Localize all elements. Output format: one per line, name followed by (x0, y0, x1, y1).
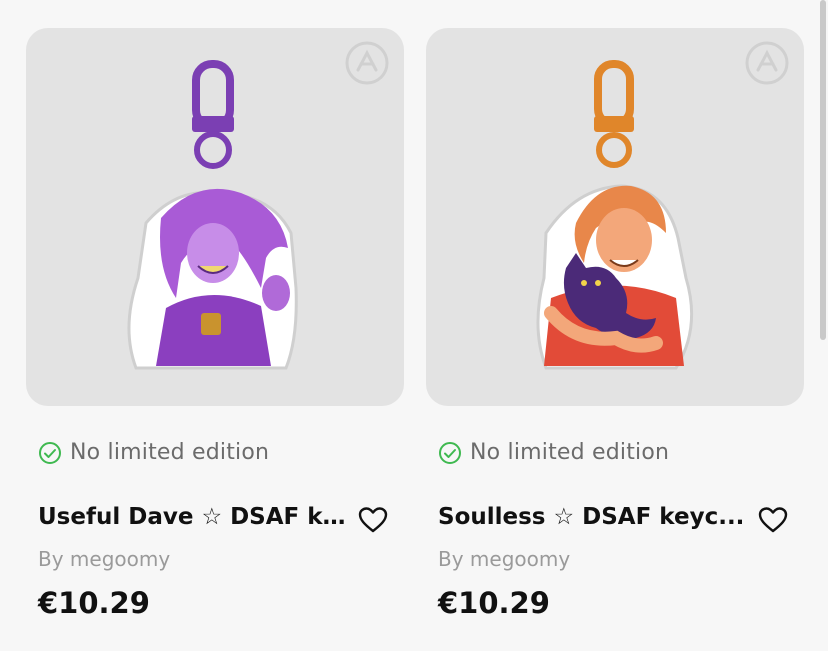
product-image[interactable] (426, 28, 804, 406)
favorite-heart-icon[interactable] (758, 506, 788, 534)
product-title[interactable]: Soulless ☆ DSAF keyc... (438, 504, 748, 530)
product-card[interactable]: No limited edition Soulless ☆ DSAF keyc.… (426, 28, 804, 620)
product-card[interactable]: No limited edition Useful Dave ☆ DSAF k.… (26, 28, 404, 620)
product-author[interactable]: By megoomy (438, 547, 570, 571)
product-grid: No limited edition Useful Dave ☆ DSAF k.… (0, 0, 828, 651)
brand-logo-icon (345, 41, 389, 85)
product-title[interactable]: Useful Dave ☆ DSAF k... (38, 504, 348, 530)
edition-label: No limited edition (70, 440, 270, 465)
favorite-heart-icon[interactable] (358, 506, 388, 534)
scrollbar[interactable] (820, 0, 826, 340)
edition-label: No limited edition (470, 440, 670, 465)
check-circle-icon (39, 441, 61, 464)
check-circle-icon (439, 441, 461, 464)
product-price: €10.29 (438, 586, 550, 620)
product-image[interactable] (26, 28, 404, 406)
edition-status: No limited edition (38, 440, 269, 465)
product-price: €10.29 (38, 586, 150, 620)
product-author[interactable]: By megoomy (38, 547, 170, 571)
brand-logo-icon (745, 41, 789, 85)
edition-status: No limited edition (438, 440, 669, 465)
